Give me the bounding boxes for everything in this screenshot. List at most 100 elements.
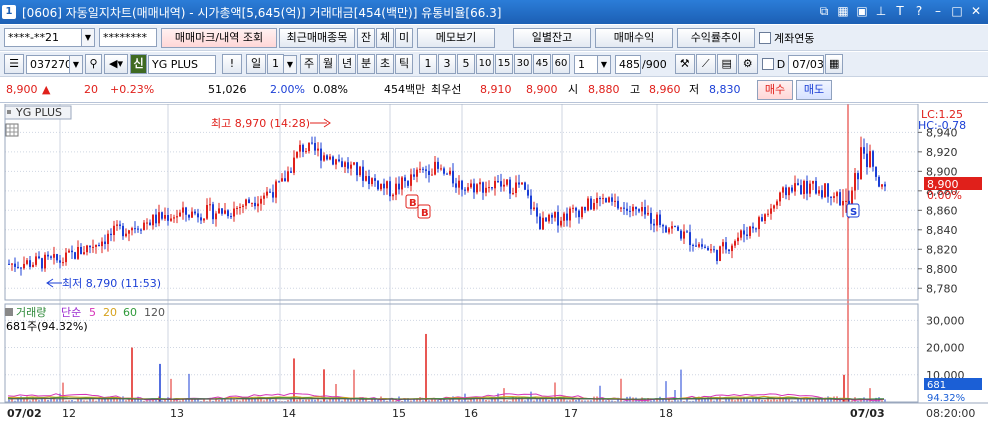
candle-body [263, 195, 265, 199]
help-icon[interactable]: ? [911, 3, 927, 19]
period-count-field[interactable]: 1 [267, 54, 284, 74]
pin-icon[interactable]: ⊥ [873, 3, 889, 19]
candle-body [434, 161, 436, 175]
period-month-button[interactable]: 월 [319, 54, 337, 74]
buy-mark-2[interactable]: B [417, 204, 431, 219]
interval-15-button[interactable]: 15 [495, 54, 513, 74]
calendar-icon[interactable]: ▦ [825, 54, 844, 74]
stock-info-button[interactable]: ! [222, 54, 242, 74]
save-icon[interactable]: ▣ [854, 3, 870, 19]
daily-balance-button[interactable]: 일별잔고 [513, 27, 591, 48]
sell-mark[interactable]: S [846, 203, 860, 218]
minimize-icon[interactable]: – [930, 3, 946, 19]
link-window-icon[interactable]: ⧉ [816, 3, 832, 19]
return-trend-button[interactable]: 수익률추이 [677, 27, 755, 48]
candle-body [647, 212, 649, 215]
candle-body [500, 181, 502, 187]
candle-body [584, 206, 586, 211]
candle-body [728, 249, 730, 252]
account-dropdown-icon[interactable]: ▼ [82, 28, 95, 47]
interval-3-button[interactable]: 3 [438, 54, 456, 74]
buy-mark-1[interactable]: B [405, 194, 419, 209]
candle-body [341, 161, 343, 167]
candle-body [377, 180, 379, 190]
candle-body [317, 148, 319, 151]
interval-10-button[interactable]: 10 [476, 54, 494, 74]
chart-tool-icon[interactable]: ⚒ [674, 54, 695, 74]
period-tick-button[interactable]: 틱 [395, 54, 413, 74]
best-bid: 8,900 [526, 83, 558, 96]
password-field[interactable]: ******** [99, 28, 157, 47]
candle-body [257, 203, 259, 207]
period-year-button[interactable]: 년 [338, 54, 356, 74]
stock-name-field[interactable]: YG PLUS [148, 54, 216, 74]
candle-body [449, 170, 451, 175]
grid-toggle-icon[interactable] [5, 123, 19, 137]
open-price: 8,880 [588, 83, 620, 96]
candle-body [464, 189, 466, 191]
interval-60-button[interactable]: 60 [552, 54, 570, 74]
candle-body [506, 179, 508, 185]
trade-mark-query-button[interactable]: 매매마크/내역 조회 [161, 27, 277, 48]
account-number-field[interactable]: ****-**21 [4, 28, 82, 47]
buy-button[interactable]: 매수 [757, 80, 793, 100]
period-minute-button[interactable]: 분 [357, 54, 375, 74]
settings-gear-icon[interactable]: ⚙ [737, 54, 758, 74]
sell-button[interactable]: 매도 [796, 80, 832, 100]
candle-body [140, 229, 142, 231]
account-link-label: 계좌연동 [774, 31, 815, 45]
interval-5-button[interactable]: 5 [457, 54, 475, 74]
period-day-button[interactable]: 일 [246, 54, 266, 74]
candle-body [701, 244, 703, 247]
interval-30-button[interactable]: 30 [514, 54, 532, 74]
chart-area[interactable]: YG PLUS 최고 8,970 (14:28) 최저 8,790 (11:53… [0, 103, 988, 423]
candle-body [134, 228, 136, 230]
account-link-checkbox[interactable] [759, 31, 771, 44]
memo-view-button[interactable]: 메모보기 [417, 27, 495, 48]
search-icon[interactable]: ⚲ [85, 54, 102, 74]
custom-interval-dropdown-icon[interactable]: ▼ [598, 54, 611, 74]
custom-interval-field[interactable]: 1 [574, 54, 598, 74]
candle-body [866, 153, 868, 168]
period-week-button[interactable]: 주 [300, 54, 318, 74]
grid-icon[interactable]: ▦ [835, 3, 851, 19]
maximize-icon[interactable]: □ [949, 3, 965, 19]
balance-button[interactable]: 잔 [357, 27, 375, 48]
volume-axis-labels: 30,00020,00010,000 [926, 314, 965, 381]
executed-button[interactable]: 체 [376, 27, 394, 48]
period-dropdown-icon[interactable]: ▼ [284, 54, 297, 74]
candle-body [23, 263, 25, 269]
recent-traded-items-button[interactable]: 최근매매종목 [279, 27, 355, 48]
data-count-field[interactable]: 485 [615, 54, 641, 74]
price-tick-label: 8,800 [926, 263, 958, 276]
candle-body [200, 217, 202, 221]
candle-body [218, 208, 220, 214]
stock-code-field[interactable]: 037270 [26, 54, 70, 74]
interval-1-button[interactable]: 1 [419, 54, 437, 74]
candle-body [386, 181, 388, 189]
candle-body [518, 182, 520, 185]
trend-line-icon[interactable]: ⟋ [695, 54, 716, 74]
price-tick-label: 8,840 [926, 224, 958, 237]
code-dropdown-icon[interactable]: ▼ [70, 54, 83, 74]
trade-profit-button[interactable]: 매매수익 [595, 27, 673, 48]
unexecuted-button[interactable]: 미 [395, 27, 413, 48]
candle-body [221, 208, 223, 214]
ma-60-label: 60 [123, 306, 137, 319]
chart-svg[interactable]: YG PLUS 최고 8,970 (14:28) 최저 8,790 (11:53… [0, 103, 988, 423]
interval-45-button[interactable]: 45 [533, 54, 551, 74]
candle-body [713, 249, 715, 251]
font-size-icon[interactable]: T [892, 3, 908, 19]
code-list-icon[interactable]: ☰ [4, 54, 24, 74]
speaker-icon[interactable]: ◀▾ [104, 54, 128, 74]
candle-body [533, 207, 535, 210]
date-field[interactable]: 07/03 [788, 54, 825, 74]
close-icon[interactable]: ✕ [968, 3, 984, 19]
price-axis-labels: 8,9408,9208,9008,8808,8608,8408,8208,800… [926, 126, 958, 295]
candle-body [788, 187, 790, 196]
save-chart-icon[interactable]: ▤ [716, 54, 737, 74]
date-checkbox[interactable] [761, 58, 774, 70]
period-second-button[interactable]: 초 [376, 54, 394, 74]
quote-bar: 8,900 ▲ 20 +0.23% 51,026 2.00% 0.08% 454… [0, 78, 988, 103]
candle-body [806, 180, 808, 194]
